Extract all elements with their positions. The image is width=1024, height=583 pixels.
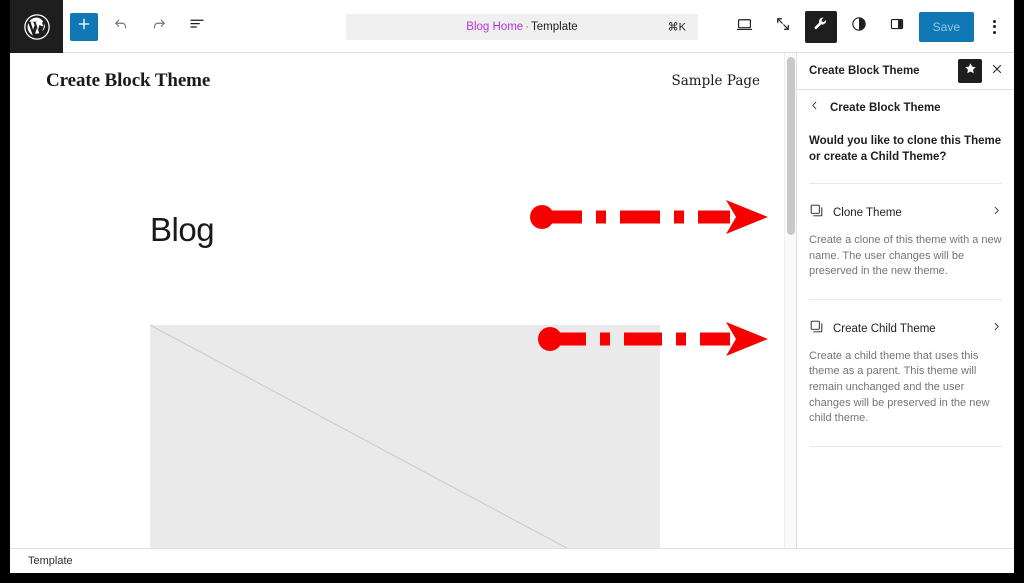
featured-image-placeholder[interactable]	[150, 325, 660, 548]
document-overview-button[interactable]	[182, 12, 212, 42]
create-block-theme-tools-button[interactable]	[804, 10, 837, 43]
styles-contrast-icon	[850, 15, 868, 38]
breadcrumb[interactable]: Template	[28, 555, 73, 567]
document-title-separator: ·	[525, 21, 530, 33]
desktop-view-icon	[735, 15, 754, 39]
sidebar-header: Create Block Theme	[797, 53, 1014, 90]
undo-button[interactable]	[106, 12, 136, 42]
sidebar-item-clone-theme[interactable]: Clone Theme	[797, 184, 1014, 231]
editor-canvas[interactable]: Create Block Theme Sample Page Blog	[10, 53, 796, 548]
sidebar-item-create-child-theme-label: Create Child Theme	[833, 322, 936, 335]
sidebar-title: Create Block Theme	[809, 65, 920, 77]
toolbar-right-group: Save	[729, 0, 1008, 53]
document-title-name: Blog Home	[466, 21, 524, 33]
site-title: Create Block Theme	[46, 70, 211, 91]
copy-stacked-squares-icon	[809, 203, 824, 223]
view-device-button[interactable]	[729, 11, 761, 43]
document-title-type: Template	[531, 21, 578, 33]
sidebar-header-actions	[958, 58, 1010, 84]
chevron-left-icon	[809, 99, 820, 117]
sidebar-item-create-child-theme-description: Create a child theme that uses this them…	[809, 349, 990, 425]
editor-toolbar: Blog Home · Template ⌘K Save	[10, 0, 1014, 53]
wordpress-logo-icon	[23, 13, 51, 41]
close-x-icon	[990, 62, 1004, 81]
sidebar-back-button[interactable]: Create Block Theme	[797, 90, 1014, 126]
fullscreen-icon	[774, 15, 792, 38]
sidebar-intro-text: Would you like to clone this Theme or cr…	[809, 135, 1002, 163]
redo-button[interactable]	[144, 12, 174, 42]
editor-window: Blog Home · Template ⌘K Save Create Bloc…	[10, 0, 1014, 573]
styles-button[interactable]	[843, 11, 875, 43]
sidebar-item-clone-theme-description: Create a clone of this theme with a new …	[809, 234, 1002, 278]
document-overview-icon	[188, 15, 206, 38]
page-title: Blog	[150, 211, 215, 248]
pin-sidebar-button[interactable]	[958, 59, 982, 83]
more-options-button[interactable]	[980, 11, 1008, 43]
canvas-scrollbar[interactable]	[784, 53, 796, 548]
fullscreen-button[interactable]	[767, 11, 799, 43]
save-button[interactable]: Save	[918, 11, 974, 42]
close-sidebar-button[interactable]	[984, 58, 1010, 84]
canvas-scrollbar-thumb[interactable]	[787, 57, 795, 235]
star-pin-icon	[964, 62, 977, 80]
wrench-tools-icon	[812, 15, 830, 38]
chevron-right-icon	[991, 320, 1002, 338]
sidebar-back-label: Create Block Theme	[830, 102, 941, 114]
kebab-menu-icon	[992, 19, 996, 34]
create-block-theme-sidebar: Create Block Theme Create Block Theme Wo…	[796, 53, 1014, 548]
undo-arrow-icon	[112, 15, 130, 38]
plus-icon	[76, 16, 92, 37]
toolbar-left-group	[70, 0, 212, 53]
image-placeholder-diagonal-icon	[150, 325, 568, 548]
redo-arrow-icon	[150, 15, 168, 38]
sidebar-item-clone-theme-label: Clone Theme	[833, 207, 902, 220]
wordpress-logo-button[interactable]	[10, 0, 63, 53]
copy-stacked-squares-icon	[809, 319, 824, 339]
add-block-button[interactable]	[70, 12, 98, 41]
sidebar-item-create-child-theme[interactable]: Create Child Theme	[797, 300, 1014, 347]
sidebar-divider	[809, 445, 1002, 447]
command-center-button[interactable]: Blog Home · Template ⌘K	[346, 14, 698, 40]
sidebar-panel-icon	[888, 15, 906, 38]
nav-link-sample-page[interactable]: Sample Page	[672, 73, 761, 89]
command-shortcut-label: ⌘K	[667, 21, 686, 34]
site-header: Create Block Theme Sample Page	[10, 53, 796, 109]
settings-sidebar-toggle-button[interactable]	[881, 11, 913, 43]
editor-footer: Template	[10, 548, 1014, 573]
chevron-right-icon	[991, 204, 1002, 222]
document-title: Blog Home · Template	[466, 21, 577, 33]
